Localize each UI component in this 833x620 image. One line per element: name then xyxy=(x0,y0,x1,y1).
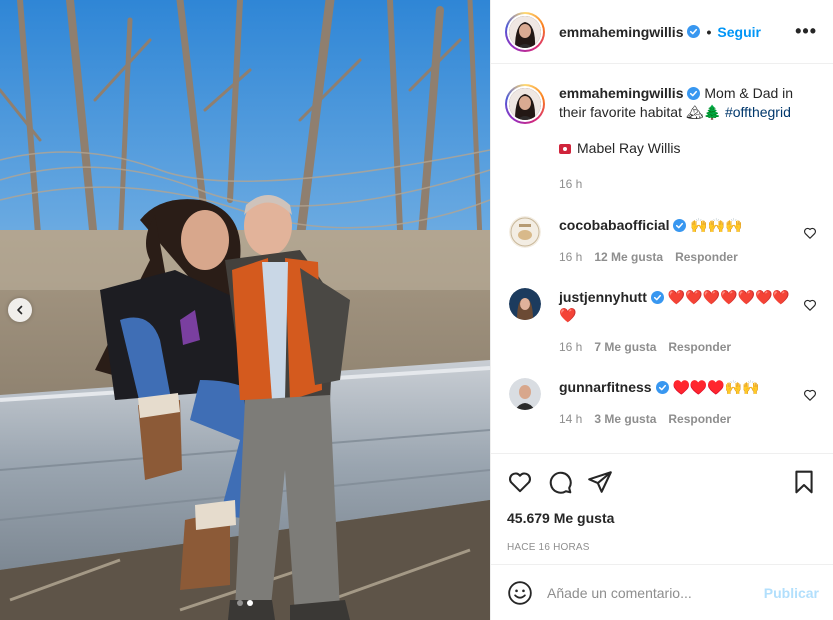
reply-button[interactable]: Responder xyxy=(675,248,738,266)
publish-button[interactable]: Publicar xyxy=(764,585,819,601)
comment-username[interactable]: justjennyhutt xyxy=(559,289,647,305)
story-avatar[interactable] xyxy=(505,11,545,52)
carousel-prev-button[interactable] xyxy=(8,298,32,322)
comment-body: cocobabaofficial 🙌🙌🙌 16 h 12 Me gusta Re… xyxy=(559,216,803,266)
caption-timestamp[interactable]: 16 h xyxy=(559,175,817,194)
verified-badge-icon xyxy=(687,25,701,38)
comment-likes[interactable]: 7 Me gusta xyxy=(594,338,656,356)
share-paper-plane-icon[interactable] xyxy=(587,469,613,495)
comment-meta: 16 h 7 Me gusta Responder xyxy=(559,338,803,356)
comment-item: cocobabaofficial 🙌🙌🙌 16 h 12 Me gusta Re… xyxy=(505,216,817,266)
caption-avatar[interactable] xyxy=(505,84,545,124)
comment-text: 🙌🙌🙌 xyxy=(690,217,743,233)
post-photo[interactable] xyxy=(0,0,490,620)
post-author-username[interactable]: emmahemingwillis xyxy=(559,24,683,40)
post-header: emmahemingwillis • Seguir ••• xyxy=(491,0,833,64)
carousel-dot xyxy=(237,600,243,606)
verified-badge-icon xyxy=(687,87,701,100)
emoji-icon[interactable] xyxy=(507,580,533,606)
save-bookmark-icon[interactable] xyxy=(791,469,817,495)
comment-time[interactable]: 16 h xyxy=(559,248,582,266)
comment-username[interactable]: cocobabaofficial xyxy=(559,217,669,233)
reply-button[interactable]: Responder xyxy=(668,338,731,356)
comment-username[interactable]: gunnarfitness xyxy=(559,379,652,395)
follow-button[interactable]: Seguir xyxy=(717,24,761,40)
post-age[interactable]: HACE 16 HORAS xyxy=(491,534,833,564)
carousel-indicator xyxy=(0,600,490,606)
avatar xyxy=(509,88,541,120)
post-action-bar xyxy=(491,454,833,510)
post-side-panel: emmahemingwillis • Seguir ••• emmaheming… xyxy=(490,0,833,620)
comment-input[interactable] xyxy=(547,584,764,601)
comment-time[interactable]: 14 h xyxy=(559,410,582,428)
avatar[interactable] xyxy=(509,216,541,248)
verified-badge-icon xyxy=(650,291,664,304)
heart-outline-icon[interactable] xyxy=(803,388,817,402)
chevron-left-icon xyxy=(17,305,23,315)
comment-time[interactable]: 16 h xyxy=(559,338,582,356)
caption-username[interactable]: emmahemingwillis xyxy=(559,85,683,101)
avatar xyxy=(509,15,541,48)
more-options-icon[interactable]: ••• xyxy=(795,21,817,42)
photo-scene xyxy=(0,0,490,620)
comment-text: ♥️♥️♥️🙌🙌 xyxy=(672,379,760,395)
caption-hashtag[interactable]: #offthegrid xyxy=(725,104,791,120)
comment-body: gunnarfitness ♥️♥️♥️🙌🙌 14 h 3 Me gusta R… xyxy=(559,378,803,428)
heart-outline-icon[interactable] xyxy=(803,298,817,312)
comment-bubble-icon[interactable] xyxy=(547,469,573,495)
tagged-user[interactable]: Mabel Ray Willis xyxy=(559,139,817,158)
caption-body: emmahemingwillis Mom & Dad in their favo… xyxy=(559,84,817,194)
like-heart-icon[interactable] xyxy=(507,469,533,495)
verified-badge-icon xyxy=(673,219,687,232)
post-modal: emmahemingwillis • Seguir ••• emmaheming… xyxy=(0,0,833,620)
separator-dot: • xyxy=(706,23,712,40)
comment-item: gunnarfitness ♥️♥️♥️🙌🙌 14 h 3 Me gusta R… xyxy=(505,378,817,428)
caption: emmahemingwillis Mom & Dad in their favo… xyxy=(505,84,817,194)
verified-badge-icon xyxy=(655,381,669,394)
carousel-dot-active xyxy=(247,600,253,606)
reply-button[interactable]: Responder xyxy=(668,410,731,428)
comment-meta: 16 h 12 Me gusta Responder xyxy=(559,248,803,266)
comment-item: justjennyhutt ❤️❤️❤️❤️❤️❤️❤️❤️ 16 h 7 Me… xyxy=(505,288,817,356)
comments-section: emmahemingwillis Mom & Dad in their favo… xyxy=(491,64,833,454)
caption-text-line: emmahemingwillis Mom & Dad in their favo… xyxy=(559,84,817,122)
comment-body: justjennyhutt ❤️❤️❤️❤️❤️❤️❤️❤️ 16 h 7 Me… xyxy=(559,288,803,356)
comment-likes[interactable]: 3 Me gusta xyxy=(594,410,656,428)
likes-count[interactable]: 45.679 Me gusta xyxy=(491,510,833,534)
avatar[interactable] xyxy=(509,378,541,410)
add-comment-bar: Publicar xyxy=(491,564,833,620)
tagged-user-name: Mabel Ray Willis xyxy=(577,140,681,156)
heart-outline-icon[interactable] xyxy=(803,226,817,240)
avatar[interactable] xyxy=(509,288,541,320)
comment-likes[interactable]: 12 Me gusta xyxy=(594,248,663,266)
camera-icon xyxy=(559,143,571,154)
comment-meta: 14 h 3 Me gusta Responder xyxy=(559,410,803,428)
